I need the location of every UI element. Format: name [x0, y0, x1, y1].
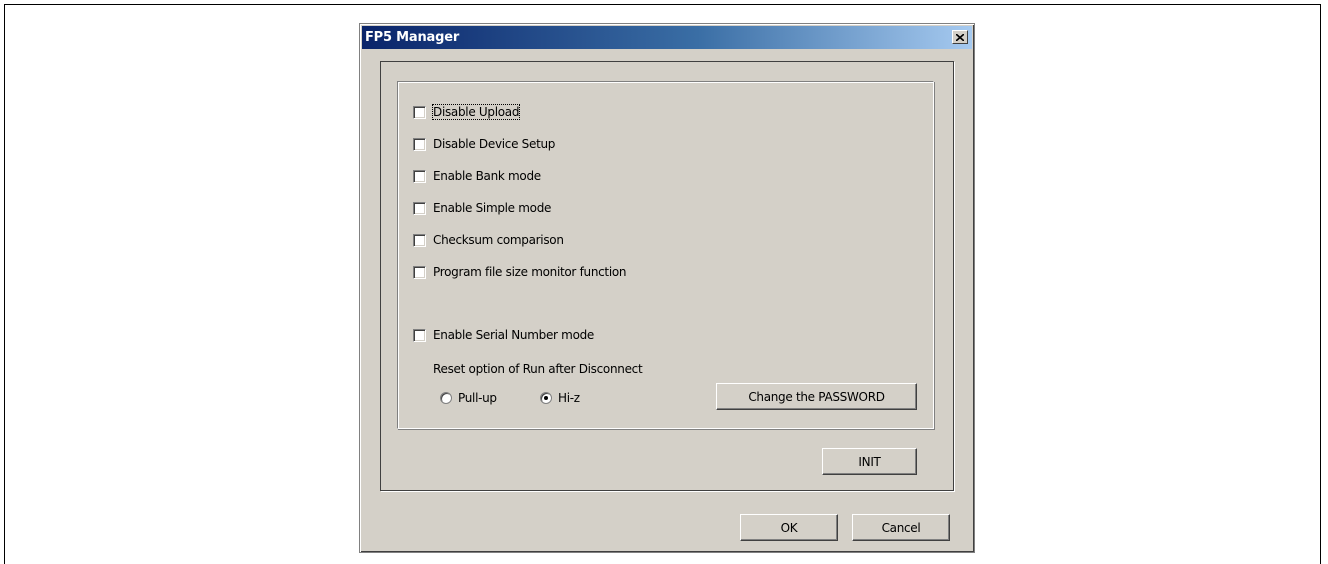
checksum-comparison-checkbox[interactable] [413, 233, 426, 247]
disable-upload-checkbox[interactable] [413, 105, 426, 119]
radio-pull-up[interactable]: Pull-up [440, 390, 497, 406]
dialog-title: FP5 Manager [365, 30, 460, 45]
hi-z-label: Hi-z [558, 391, 580, 405]
reset-option-label: Reset option of Run after Disconnect [433, 362, 643, 376]
disable-device-setup-label: Disable Device Setup [433, 137, 556, 151]
ok-button[interactable]: OK [740, 514, 838, 541]
close-icon [956, 33, 964, 41]
option-enable-bank-mode[interactable]: Enable Bank mode [413, 168, 541, 184]
radio-hi-z[interactable]: Hi-z [540, 390, 580, 406]
enable-simple-mode-label: Enable Simple mode [433, 201, 552, 215]
enable-simple-mode-checkbox[interactable] [413, 201, 426, 215]
enable-bank-mode-checkbox[interactable] [413, 169, 426, 183]
pull-up-radio[interactable] [440, 392, 452, 404]
change-password-button[interactable]: Change the PASSWORD [716, 383, 917, 410]
hi-z-radio[interactable] [540, 392, 552, 404]
close-button[interactable] [952, 30, 968, 44]
enable-serial-number-mode-checkbox[interactable] [413, 328, 426, 342]
title-bar[interactable]: FP5 Manager [362, 26, 972, 49]
option-checksum-comparison[interactable]: Checksum comparison [413, 232, 564, 248]
cancel-button[interactable]: Cancel [852, 514, 950, 541]
option-program-file-size-monitor[interactable]: Program file size monitor function [413, 264, 627, 280]
settings-group-inner [397, 81, 934, 429]
enable-serial-number-mode-label: Enable Serial Number mode [433, 328, 595, 342]
fp5-manager-dialog: FP5 Manager Disable Upload Disable Devic… [359, 23, 975, 553]
init-button[interactable]: INIT [822, 448, 917, 475]
pull-up-label: Pull-up [458, 391, 497, 405]
program-file-size-monitor-checkbox[interactable] [413, 265, 426, 279]
checksum-comparison-label: Checksum comparison [433, 233, 564, 247]
option-enable-serial-number-mode[interactable]: Enable Serial Number mode [413, 327, 594, 343]
disable-device-setup-checkbox[interactable] [413, 137, 426, 151]
option-disable-upload[interactable]: Disable Upload [413, 104, 521, 120]
option-disable-device-setup[interactable]: Disable Device Setup [413, 136, 555, 152]
program-file-size-monitor-label: Program file size monitor function [433, 265, 627, 279]
disable-upload-label: Disable Upload [431, 104, 521, 120]
enable-bank-mode-label: Enable Bank mode [433, 169, 541, 183]
option-enable-simple-mode[interactable]: Enable Simple mode [413, 200, 551, 216]
